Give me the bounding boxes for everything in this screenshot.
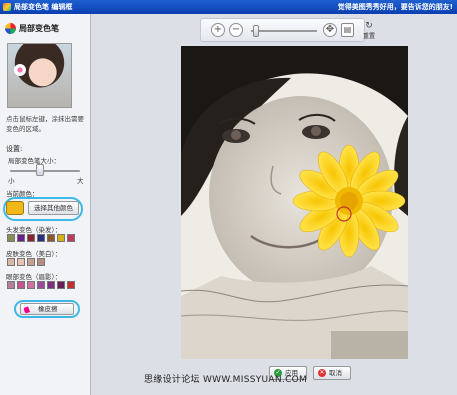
recommend-link[interactable]: 觉得美图秀秀好用，要告诉您的朋友!	[338, 0, 453, 14]
slider-max-label: 大	[77, 177, 84, 185]
photo-canvas[interactable]	[181, 46, 408, 359]
app-icon	[3, 3, 11, 11]
zoom-toolbar: + − ✥ ▤ ↻ 重置	[200, 18, 375, 42]
photo-image	[181, 46, 408, 359]
eyeshadow-color-swatch[interactable]	[37, 281, 45, 289]
color-pen-icon	[5, 23, 16, 34]
cancel-icon: ✕	[318, 369, 326, 377]
eyeshadow-color-swatch[interactable]	[27, 281, 35, 289]
cancel-button[interactable]: ✕ 取消	[313, 366, 351, 380]
hair-color-swatch[interactable]	[57, 234, 65, 242]
watermark-text: 思缘设计论坛 WWW.MISSYUAN.COM	[144, 375, 308, 385]
brush-size-slider[interactable]	[36, 164, 44, 176]
fit-window-icon[interactable]: ✥	[323, 23, 337, 37]
skin-color-swatch[interactable]	[17, 258, 25, 266]
zoom-track[interactable]	[251, 30, 317, 32]
eraser-icon	[23, 304, 36, 314]
eyeshadow-color-label: 眼部变色（眉影）：	[6, 273, 62, 281]
choose-other-color-button[interactable]: 选择其他颜色	[28, 201, 79, 215]
zoom-slider[interactable]	[253, 25, 259, 37]
hair-color-swatch[interactable]	[67, 234, 75, 242]
reset-label: 重置	[362, 33, 375, 40]
skin-color-swatch[interactable]	[37, 258, 45, 266]
hair-color-label: 头发变色（染发）：	[6, 226, 62, 234]
eraser-label: 橡皮擦	[38, 305, 58, 313]
hair-color-swatch[interactable]	[17, 234, 25, 242]
eyeshadow-color-swatch[interactable]	[47, 281, 55, 289]
eraser-button[interactable]: 橡皮擦	[20, 303, 74, 315]
eyeshadow-color-swatch[interactable]	[67, 281, 75, 289]
skin-color-label: 皮肤变色（美白）：	[6, 250, 62, 258]
hair-color-swatch[interactable]	[27, 234, 35, 242]
window-title: 局部变色笔 编辑框	[14, 3, 73, 11]
skin-color-swatch[interactable]	[27, 258, 35, 266]
panel-title: 局部变色笔	[19, 24, 59, 33]
brush-size-track[interactable]	[10, 170, 80, 172]
settings-title: 设置:	[6, 145, 23, 153]
zoom-in-icon[interactable]: +	[211, 23, 225, 37]
hair-color-swatch[interactable]	[7, 234, 15, 242]
skin-color-swatch[interactable]	[7, 258, 15, 266]
zoom-out-icon[interactable]: −	[229, 23, 243, 37]
flower-decoration	[14, 64, 26, 76]
cancel-label: 取消	[329, 369, 342, 377]
brush-size-label: 局部变色笔大小：	[8, 157, 60, 165]
actual-size-icon[interactable]: ▤	[341, 23, 354, 37]
eyeshadow-color-swatch[interactable]	[57, 281, 65, 289]
preview-thumbnail	[7, 43, 72, 108]
title-bar: 局部变色笔 编辑框 觉得美图秀秀好用，要告诉您的朋友!	[0, 0, 457, 14]
eyeshadow-color-swatch[interactable]	[17, 281, 25, 289]
hair-color-swatch[interactable]	[47, 234, 55, 242]
current-color-swatch[interactable]	[6, 201, 24, 215]
slider-min-label: 小	[8, 177, 15, 185]
reset-button[interactable]: ↻ 重置	[360, 21, 378, 41]
reset-icon: ↻	[365, 21, 373, 31]
hair-color-swatch[interactable]	[37, 234, 45, 242]
instructions-text: 点击鼠标左键，涂抹出需要变色的区域。	[6, 115, 84, 133]
eyeshadow-color-swatch[interactable]	[7, 281, 15, 289]
